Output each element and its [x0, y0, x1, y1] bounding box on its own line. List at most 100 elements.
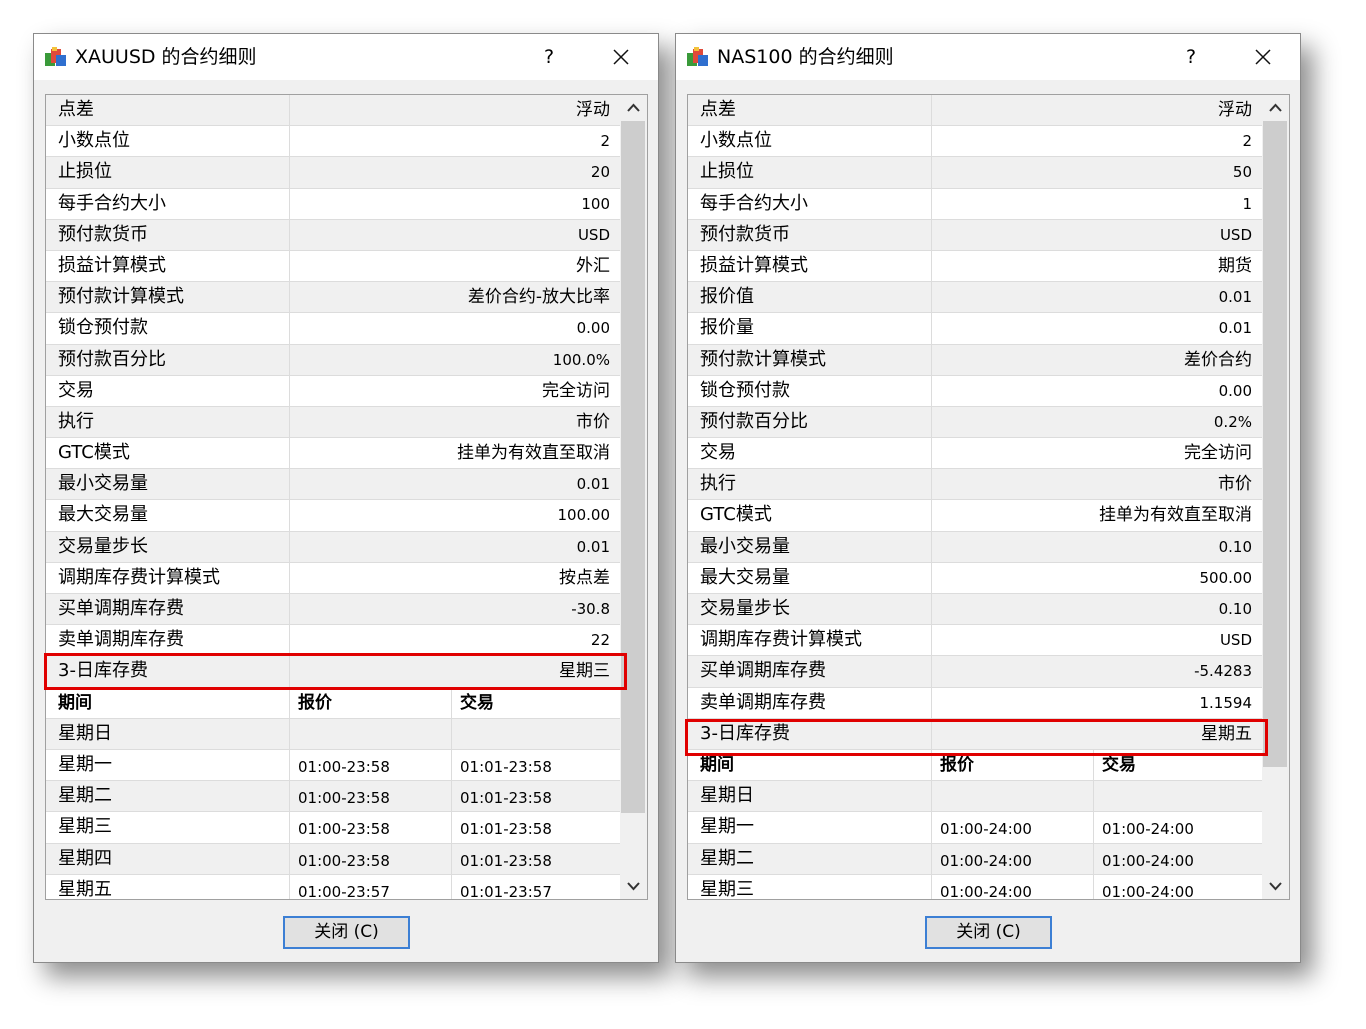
column-divider: [931, 749, 932, 781]
help-button[interactable]: ?: [525, 42, 573, 72]
close-icon[interactable]: [597, 42, 645, 72]
property-row[interactable]: 每手合约大小 1: [688, 188, 1262, 220]
chevron-down-icon[interactable]: [620, 873, 647, 899]
property-row[interactable]: 卖单调期库存费 22: [46, 625, 620, 657]
column-divider: [931, 531, 932, 562]
property-row[interactable]: 小数点位 2: [688, 126, 1262, 158]
property-value: 浮动: [1218, 100, 1252, 120]
property-row[interactable]: 小数点位 2: [46, 126, 620, 158]
property-row[interactable]: 锁仓预付款 0.00: [688, 375, 1262, 407]
property-row[interactable]: 交易 完全访问: [688, 438, 1262, 470]
property-row[interactable]: 最小交易量 0.01: [46, 469, 620, 501]
property-row[interactable]: 最大交易量 100.00: [46, 500, 620, 532]
vertical-scrollbar[interactable]: [620, 95, 647, 899]
property-row[interactable]: 最小交易量 0.10: [688, 531, 1262, 563]
property-row[interactable]: 交易 完全访问: [46, 375, 620, 407]
property-row[interactable]: 交易量步长 0.01: [46, 531, 620, 563]
schedule-trade-hours: 01:01-23:58: [460, 820, 552, 839]
properties-list[interactable]: 点差 浮动 小数点位 2 止损位 20 每手合约大小 100 预付款货币 USD 损益计算模式 外汇预…: [45, 94, 648, 900]
column-divider: [931, 188, 932, 219]
close-button[interactable]: 关闭 (C): [283, 916, 410, 949]
property-row[interactable]: 报价量 0.01: [688, 313, 1262, 345]
property-row[interactable]: 预付款货币 USD: [688, 219, 1262, 251]
schedule-header-period: 期间: [700, 754, 734, 775]
property-row[interactable]: 每手合约大小 100: [46, 188, 620, 220]
property-row[interactable]: 点差 浮动: [46, 95, 620, 127]
property-row[interactable]: 交易量步长 0.10: [688, 594, 1262, 626]
property-row[interactable]: 最大交易量 500.00: [688, 562, 1262, 594]
property-row[interactable]: 3-日库存费 星期五: [688, 718, 1262, 750]
schedule-quote-hours: 01:00-23:58: [298, 820, 390, 839]
property-row[interactable]: GTC模式 挂单为有效直至取消: [688, 500, 1262, 532]
property-row[interactable]: 预付款计算模式 差价合约: [688, 344, 1262, 376]
property-row[interactable]: 止损位 20: [46, 157, 620, 189]
chevron-up-icon[interactable]: [620, 95, 647, 121]
property-value: 市价: [576, 411, 610, 432]
column-divider: [289, 469, 290, 500]
schedule-row[interactable]: 星期一 01:00-24:00 01:00-24:00: [688, 812, 1262, 844]
schedule-row[interactable]: 星期四 01:00-23:58 01:01-23:58: [46, 843, 620, 875]
property-value: 50: [1232, 163, 1252, 182]
property-row[interactable]: 预付款百分比 0.2%: [688, 406, 1262, 439]
column-divider: [289, 406, 290, 438]
property-row[interactable]: 锁仓预付款 0.00: [46, 313, 620, 345]
column-divider: [289, 594, 290, 625]
property-row[interactable]: 损益计算模式 外汇: [46, 250, 620, 283]
property-label: 最小交易量: [58, 473, 148, 495]
property-row[interactable]: 调期库存费计算模式 USD: [688, 625, 1262, 657]
property-row[interactable]: 调期库存费计算模式 按点差: [46, 562, 620, 594]
schedule-row[interactable]: 星期五 01:00-23:57 01:01-23:57: [46, 874, 620, 899]
property-value: -30.8: [571, 600, 610, 618]
dialog-title: XAUUSD 的合约细则: [75, 46, 257, 68]
property-value: 0.01: [1218, 319, 1252, 338]
property-label: 预付款计算模式: [58, 286, 184, 308]
schedule-row[interactable]: 星期三 01:00-23:58 01:01-23:58: [46, 812, 620, 844]
property-label: 卖单调期库存费: [58, 629, 184, 651]
property-row[interactable]: 执行 市价: [46, 406, 620, 439]
schedule-day: 星期三: [58, 816, 112, 838]
schedule-quote-hours: 01:00-24:00: [940, 851, 1032, 870]
property-value: USD: [577, 225, 610, 244]
property-value: 500.00: [1199, 568, 1253, 587]
close-icon[interactable]: [1239, 42, 1287, 72]
property-row[interactable]: 买单调期库存费 -30.8: [46, 594, 620, 626]
schedule-row[interactable]: 星期三 01:00-24:00 01:00-24:00: [688, 874, 1262, 899]
property-row[interactable]: 执行 市价: [688, 469, 1262, 501]
schedule-row[interactable]: 星期二 01:00-24:00 01:00-24:00: [688, 843, 1262, 875]
property-row[interactable]: 预付款计算模式 差价合约-放大比率: [46, 282, 620, 314]
property-row[interactable]: 损益计算模式 期货: [688, 250, 1262, 283]
schedule-header-trade: 交易: [1102, 754, 1136, 775]
column-divider: [451, 687, 452, 718]
properties-list[interactable]: 点差 浮动 小数点位 2 止损位 50 每手合约大小 1 预付款货币 USD 损益计算模式 期货 报价值…: [687, 94, 1290, 900]
column-divider: [451, 718, 452, 749]
schedule-day: 星期四: [58, 847, 112, 869]
property-row[interactable]: 止损位 50: [688, 157, 1262, 189]
property-row[interactable]: 报价值 0.01: [688, 282, 1262, 314]
property-row[interactable]: 3-日库存费 星期三: [46, 656, 620, 688]
property-value: 100.0%: [552, 350, 610, 369]
help-button[interactable]: ?: [1167, 42, 1215, 72]
property-label: 锁仓预付款: [700, 379, 790, 401]
property-row[interactable]: 点差 浮动: [688, 95, 1262, 127]
property-row[interactable]: 预付款货币 USD: [46, 219, 620, 251]
column-divider: [931, 687, 932, 718]
schedule-row[interactable]: 星期日: [688, 781, 1262, 813]
column-divider: [451, 843, 452, 874]
column-divider: [931, 594, 932, 625]
property-row[interactable]: 预付款百分比 100.0%: [46, 344, 620, 376]
property-value: 挂单为有效直至取消: [1099, 505, 1252, 526]
close-button[interactable]: 关闭 (C): [925, 916, 1052, 949]
property-row[interactable]: 卖单调期库存费 1.1594: [688, 687, 1262, 719]
property-row[interactable]: 买单调期库存费 -5.4283: [688, 656, 1262, 688]
schedule-row[interactable]: 星期日: [46, 718, 620, 750]
property-value: 差价合约: [1184, 349, 1252, 370]
property-value: 0.2%: [1213, 412, 1252, 431]
chevron-up-icon[interactable]: [1262, 95, 1289, 121]
scrollbar-thumb[interactable]: [1263, 121, 1287, 767]
schedule-row[interactable]: 星期一 01:00-23:58 01:01-23:58: [46, 749, 620, 782]
property-row[interactable]: GTC模式 挂单为有效直至取消: [46, 438, 620, 470]
vertical-scrollbar[interactable]: [1262, 95, 1289, 899]
chevron-down-icon[interactable]: [1262, 873, 1289, 899]
scrollbar-thumb[interactable]: [621, 121, 645, 813]
schedule-row[interactable]: 星期二 01:00-23:58 01:01-23:58: [46, 781, 620, 813]
